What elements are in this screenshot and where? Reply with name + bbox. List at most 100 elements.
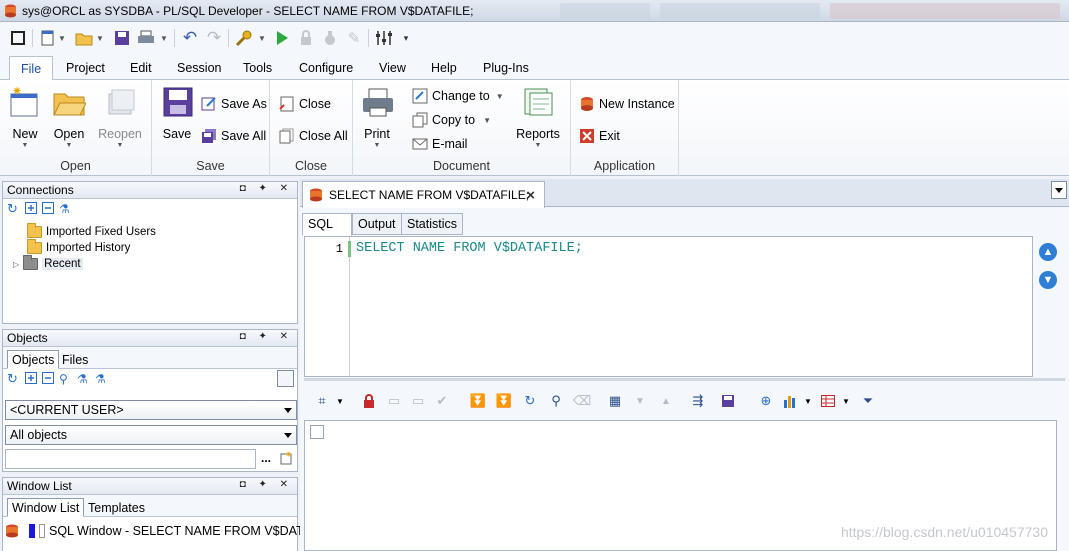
export-icon[interactable]: ⇶	[690, 393, 706, 409]
chevron-down-icon[interactable]: ▼	[158, 28, 170, 48]
object-search-input[interactable]	[5, 449, 256, 469]
new-instance-button[interactable]: New Instance	[579, 95, 675, 113]
tab-configure[interactable]: Configure	[299, 61, 353, 75]
reports-icon	[524, 88, 553, 116]
print-button[interactable]: Print ▼	[361, 86, 393, 149]
panel-controls[interactable]: ◘ ✦ ✕	[240, 183, 293, 194]
maximize-window-icon[interactable]	[8, 28, 28, 48]
sliders-icon[interactable]	[374, 28, 394, 48]
save-results-icon[interactable]	[720, 393, 736, 409]
tab-plug-ins[interactable]: Plug-Ins	[483, 61, 529, 75]
sql-editor[interactable]: 1 SELECT NAME FROM V$DATAFILE;	[304, 236, 1033, 377]
key-icon[interactable]	[234, 28, 254, 48]
open-button[interactable]: Open ▼	[52, 86, 87, 149]
tab-session[interactable]: Session	[177, 61, 221, 75]
tab-project[interactable]: Project	[66, 61, 105, 75]
collapse-icon[interactable]	[42, 372, 56, 386]
refresh-icon[interactable]: ↻	[522, 393, 538, 409]
tab-files[interactable]: Files	[57, 350, 93, 369]
object-filter-select[interactable]: All objects	[5, 425, 297, 445]
customize-toolbar-icon[interactable]: ▾	[400, 28, 412, 48]
find-icon[interactable]: ⚲	[59, 372, 73, 386]
collapse-icon[interactable]	[42, 202, 56, 216]
reopen-button[interactable]: Reopen ▼	[98, 86, 142, 149]
chart-icon[interactable]	[782, 393, 798, 409]
document-tab[interactable]: SELECT NAME FROM V$DATAFILE; ×	[302, 181, 545, 208]
result-grid[interactable]: https://blog.csdn.net/u010457730	[304, 420, 1057, 551]
tab-view[interactable]: View	[379, 61, 406, 75]
tab-window-list[interactable]: Window List	[7, 498, 85, 517]
find-icon[interactable]: ⚲	[548, 393, 564, 409]
reports-button[interactable]: Reports ▼	[515, 86, 561, 149]
checkbox[interactable]	[277, 370, 294, 387]
grid-corner-cell[interactable]	[310, 425, 324, 439]
pane-splitter[interactable]	[304, 378, 1065, 381]
expand-icon[interactable]	[25, 202, 39, 216]
document-list-dropdown[interactable]	[1051, 181, 1067, 199]
printer-icon[interactable]	[136, 28, 156, 48]
close-button[interactable]: Close	[279, 95, 331, 113]
tab-objects[interactable]: Objects	[7, 350, 60, 369]
title-bar: sys@ORCL as SYSDBA - PL/SQL Developer - …	[0, 0, 1069, 22]
tree-item-imported-fixed-users[interactable]: Imported Fixed Users	[27, 223, 156, 238]
tab-statistics[interactable]: Statistics	[401, 213, 464, 235]
sql-window-icon	[310, 188, 322, 202]
select-mode-icon[interactable]: ⌗	[314, 393, 330, 409]
tab-tools[interactable]: Tools	[243, 61, 272, 75]
lock-icon[interactable]	[361, 393, 377, 409]
refresh-icon[interactable]: ↻	[7, 371, 21, 386]
grid-view-icon[interactable]	[820, 393, 836, 409]
add-filter-icon[interactable]: ⚗	[95, 372, 109, 386]
new-document-icon[interactable]	[38, 28, 58, 48]
exit-button[interactable]: Exit	[579, 127, 620, 145]
current-user-select[interactable]: <CURRENT USER>	[5, 400, 297, 420]
panel-controls[interactable]: ◘ ✦ ✕	[240, 331, 293, 342]
sql-code[interactable]: SELECT NAME FROM V$DATAFILE;	[356, 241, 583, 256]
tree-item-imported-history[interactable]: Imported History	[27, 239, 130, 254]
execute-icon[interactable]	[272, 28, 292, 48]
open-folder-icon[interactable]	[74, 28, 94, 48]
change-to-button[interactable]: Change to ▼	[412, 87, 504, 105]
tab-output[interactable]: Output	[352, 213, 402, 235]
save-as-button[interactable]: Save As	[201, 95, 267, 113]
redo-icon[interactable]: ↷	[204, 28, 224, 48]
expand-arrow-icon[interactable]: ▷	[13, 260, 19, 269]
tab-file[interactable]: File	[9, 56, 54, 81]
chevron-down-icon[interactable]: ▼	[94, 28, 106, 48]
save-all-button[interactable]: Save All	[201, 127, 266, 145]
chevron-down-icon[interactable]: ▼	[56, 28, 68, 48]
close-label: Close	[299, 97, 331, 111]
close-icon[interactable]: ×	[526, 187, 535, 204]
expand-icon[interactable]	[25, 372, 39, 386]
tab-sql[interactable]: SQL	[302, 213, 352, 236]
undo-icon[interactable]: ↶	[180, 28, 200, 48]
tab-templates[interactable]: Templates	[83, 498, 150, 517]
new-button[interactable]: ✷ New ▼	[8, 84, 42, 149]
commit-icon	[320, 28, 340, 48]
filter-edit-icon[interactable]: ⚗	[77, 372, 91, 386]
chevron-down-icon[interactable]: ▼	[256, 28, 268, 48]
filter-icon[interactable]: ⏷	[860, 393, 876, 409]
tree-item-recent[interactable]: ▷ Recent	[13, 255, 83, 270]
browse-button[interactable]: ...	[261, 451, 271, 465]
email-button[interactable]: E-mail	[412, 135, 467, 153]
tab-help[interactable]: Help	[431, 61, 457, 75]
tab-edit[interactable]: Edit	[130, 61, 152, 75]
chevron-down-icon[interactable]: ▼	[800, 393, 816, 409]
query-by-example-icon[interactable]: ▦	[607, 393, 623, 409]
refresh-icon[interactable]: ↻	[7, 201, 21, 216]
arrow-down-icon[interactable]: ▼	[1039, 271, 1057, 289]
close-all-button[interactable]: Close All	[279, 127, 348, 145]
chevron-down-icon[interactable]: ▼	[838, 393, 854, 409]
arrow-up-icon[interactable]: ▲	[1039, 243, 1057, 261]
chevron-down-icon[interactable]: ▼	[332, 393, 348, 409]
copy-to-icon	[412, 112, 428, 128]
save-button[interactable]: Save	[161, 86, 193, 141]
window-list-item[interactable]: SQL Window - SELECT NAME FROM V$DATAF	[5, 524, 319, 538]
add-connection-icon[interactable]: ⚗	[59, 202, 73, 216]
copy-to-button[interactable]: Copy to ▼	[412, 111, 491, 129]
save-icon[interactable]	[112, 28, 132, 48]
panel-controls[interactable]: ◘ ✦ ✕	[240, 479, 293, 490]
view-record-icon[interactable]: ⊕	[758, 393, 774, 409]
new-item-icon[interactable]: ✷	[280, 451, 294, 465]
